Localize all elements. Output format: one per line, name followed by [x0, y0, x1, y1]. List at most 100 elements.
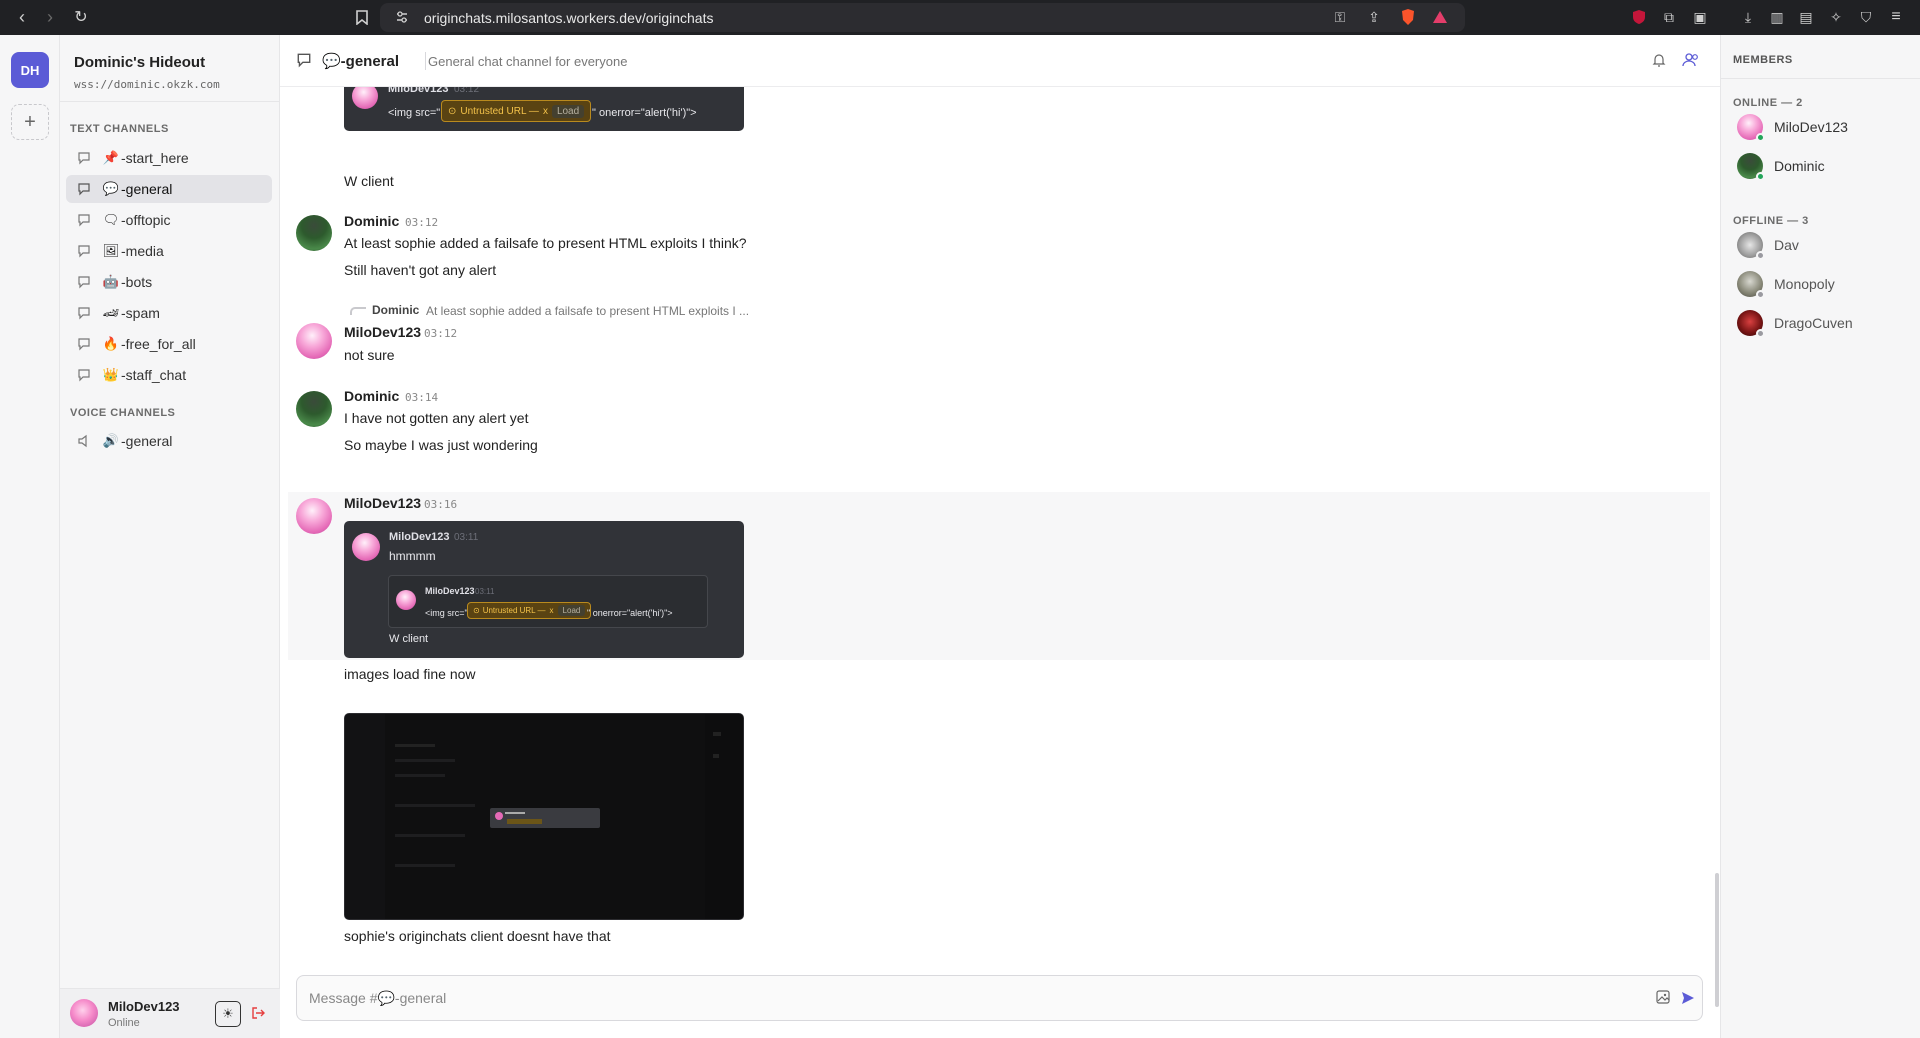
untrusted-label: Untrusted URL —: [482, 606, 546, 615]
reply-preview[interactable]: At least sophie added a failsafe to pres…: [426, 304, 749, 318]
channel-general[interactable]: 💬 -general: [66, 175, 272, 203]
reply-author[interactable]: Dominic: [372, 303, 419, 317]
header-divider: [425, 52, 426, 70]
message-text: I have not gotten any alert yet: [344, 410, 529, 426]
sun-icon: ☀: [222, 1006, 234, 1021]
avatar: [396, 590, 416, 610]
avatar: [352, 533, 380, 561]
message-input[interactable]: Message #💬-general: [309, 990, 446, 1007]
reload-icon[interactable]: ↻: [69, 5, 93, 29]
race-car-icon: 🏎: [102, 305, 120, 320]
message-text: sophie's originchats client doesnt have …: [344, 928, 611, 944]
status-dot: [1756, 251, 1765, 260]
warning-icon: ⊙: [448, 105, 457, 117]
avatar[interactable]: [296, 391, 332, 427]
avatar[interactable]: [296, 215, 332, 251]
avatar[interactable]: [296, 323, 332, 359]
channel-start-here[interactable]: 📌 -start_here: [66, 144, 272, 172]
status-dot: [1756, 290, 1765, 299]
bell-icon[interactable]: [1652, 52, 1670, 70]
embed-code-prefix: <img src=": [388, 107, 441, 119]
chat-main: 💬-general General chat channel for every…: [280, 35, 1720, 1038]
load-url-button[interactable]: Load: [557, 605, 586, 616]
member-milodev123[interactable]: MiloDev123: [1737, 113, 1917, 142]
logout-button[interactable]: [248, 1003, 268, 1023]
embed-code-suffix: " onerror="alert('hi')">: [592, 107, 697, 119]
message-text: W client: [344, 173, 394, 189]
member-monopoly[interactable]: Monopoly: [1737, 270, 1917, 299]
brave-shield-icon[interactable]: [1398, 7, 1418, 27]
loudspeaker-icon: 🔊: [102, 433, 120, 448]
reader-icon[interactable]: ▣: [1690, 7, 1710, 27]
chat-bubble-icon: [76, 305, 92, 321]
members-heading: MEMBERS: [1733, 54, 1793, 66]
channel-label: -general: [121, 181, 173, 197]
message-author[interactable]: MiloDev123: [344, 495, 421, 511]
channel-label: -start_here: [121, 150, 189, 166]
add-server-button[interactable]: +: [11, 104, 49, 140]
dismiss-untrusted-button[interactable]: x: [550, 606, 554, 615]
channel-media[interactable]: 🖼 -media: [66, 237, 272, 265]
message-author[interactable]: Dominic: [344, 213, 399, 229]
avatar[interactable]: [296, 498, 332, 534]
chat-bubble-icon: [76, 243, 92, 259]
online-heading: ONLINE — 2: [1733, 97, 1803, 109]
channel-bots[interactable]: 🤖 -bots: [66, 268, 272, 296]
channel-title: 💬-general: [322, 53, 400, 70]
server-name[interactable]: Dominic's Hideout: [74, 54, 205, 71]
member-dominic[interactable]: Dominic: [1737, 152, 1917, 181]
dismiss-untrusted-button[interactable]: x: [543, 106, 548, 117]
channel-spam[interactable]: 🏎 -spam: [66, 299, 272, 327]
status-dot: [1756, 329, 1765, 338]
extensions-icon[interactable]: ⧉: [1659, 7, 1679, 27]
downloads-icon[interactable]: ⤓: [1738, 7, 1758, 27]
wallet-icon[interactable]: ▤: [1796, 7, 1816, 27]
status-dot: [1756, 172, 1765, 181]
message-time: 03:14: [405, 391, 439, 404]
voice-channels-heading: VOICE CHANNELS: [70, 407, 176, 419]
back-icon[interactable]: ‹: [10, 5, 34, 29]
image-attachment[interactable]: [344, 713, 744, 920]
channel-offtopic[interactable]: 🗨 -offtopic: [66, 206, 272, 234]
channel-free-for-all[interactable]: 🔥 -free_for_all: [66, 330, 272, 358]
member-dragocuven[interactable]: DragoCuven: [1737, 309, 1917, 338]
load-url-button[interactable]: Load: [551, 104, 585, 118]
bookmark-icon[interactable]: [350, 5, 374, 29]
send-icon[interactable]: [1680, 990, 1698, 1008]
member-dav[interactable]: Dav: [1737, 231, 1917, 260]
theme-toggle-button[interactable]: ☀: [215, 1001, 241, 1027]
image-upload-icon[interactable]: [1655, 989, 1673, 1007]
share-icon[interactable]: ⇪: [1364, 7, 1384, 27]
leo-ai-icon[interactable]: ✧: [1826, 7, 1846, 27]
avatar: [1737, 232, 1765, 260]
site-settings-icon[interactable]: [392, 7, 412, 27]
key-icon[interactable]: ⚿: [1330, 7, 1350, 27]
pushpin-icon: 📌: [102, 150, 120, 165]
server-icon[interactable]: DH: [11, 52, 49, 88]
members-toggle-icon[interactable]: [1682, 52, 1700, 70]
avatar: [1737, 310, 1765, 338]
message-author[interactable]: MiloDev123: [344, 324, 421, 340]
ublock-icon[interactable]: [1629, 7, 1649, 27]
server-url: wss://dominic.okzk.com: [74, 78, 220, 91]
address-bar[interactable]: originchats.milosantos.workers.dev/origi…: [380, 3, 1465, 32]
logout-icon: [252, 1007, 265, 1019]
menu-icon[interactable]: ≡: [1886, 7, 1906, 27]
brave-rewards-icon[interactable]: [1430, 7, 1450, 27]
avatar: [1737, 114, 1765, 142]
message-author[interactable]: Dominic: [344, 388, 399, 404]
voice-channel-general[interactable]: 🔊 -general: [66, 427, 272, 455]
sidebar-toggle-icon[interactable]: ▥: [1767, 7, 1787, 27]
quoted-message-embed: MiloDev123 03:11 hmmmm MiloDev123 03:11 …: [344, 521, 744, 658]
forward-icon[interactable]: ›: [38, 5, 62, 29]
scrollbar-thumb[interactable]: [1715, 873, 1719, 1007]
vpn-icon[interactable]: ⛉: [1856, 7, 1876, 27]
message-composer[interactable]: Message #💬-general: [296, 975, 1703, 1021]
message-time: 03:16: [424, 498, 458, 511]
channel-label: -general: [121, 433, 173, 449]
message-text: not sure: [344, 347, 395, 363]
avatar[interactable]: [70, 999, 98, 1027]
chat-header: 💬-general General chat channel for every…: [280, 35, 1720, 87]
sidebar-divider: [60, 101, 280, 102]
channel-staff-chat[interactable]: 👑 -staff_chat: [66, 361, 272, 389]
